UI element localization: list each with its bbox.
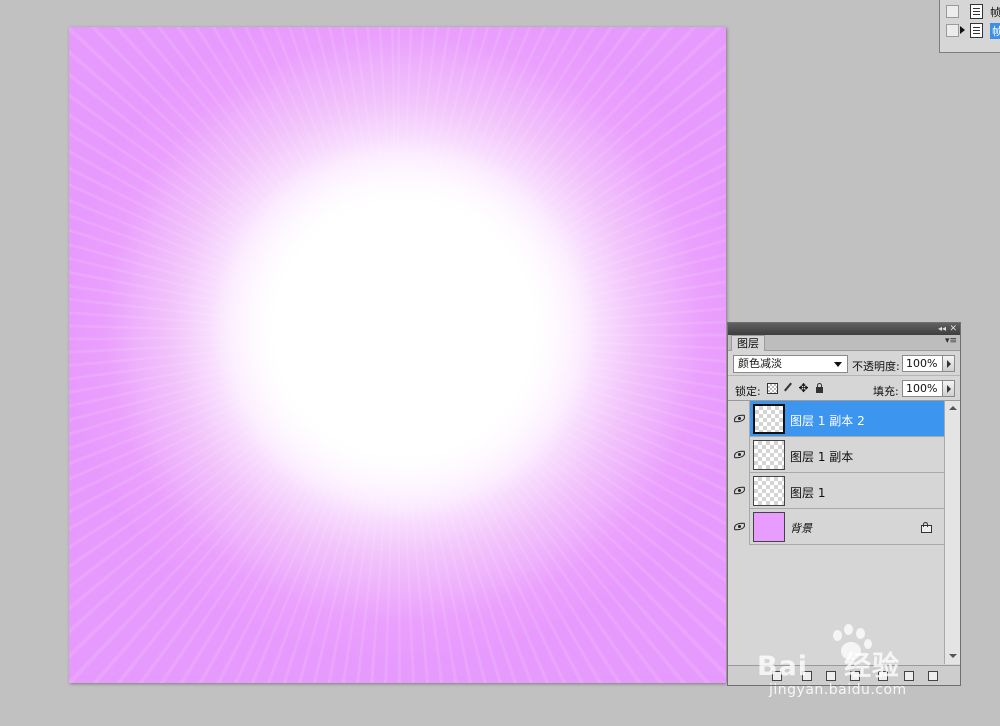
document-icon [970,23,983,38]
tab-layers[interactable]: 图层 [731,335,765,351]
history-row-label: 帧 [990,6,1000,19]
link-layers-icon[interactable] [772,671,782,681]
add-mask-icon[interactable] [826,671,836,681]
visibility-toggle[interactable] [728,509,750,545]
scroll-down-icon[interactable] [949,654,957,658]
opacity-label: 不透明度: [852,360,900,373]
layer-thumbnail [753,440,785,470]
blend-mode-select[interactable]: 颜色减淡 [733,355,848,373]
lock-all-icon[interactable] [814,383,825,394]
visibility-toggle[interactable] [728,401,750,437]
layer-row[interactable]: 图层 1 副本 [728,437,944,473]
history-row-label: 帧 [990,23,1000,39]
scroll-up-icon[interactable] [949,406,957,410]
history-checkbox[interactable] [946,24,959,37]
new-layer-icon[interactable] [904,671,914,681]
layer-name: 背景 [790,522,812,535]
layer-row[interactable]: 图层 1 [728,473,944,509]
layer-thumbnail [753,512,785,542]
layer-thumbnail [753,404,785,434]
eye-icon [733,450,746,459]
history-panel: 帧 帧 [939,0,1000,53]
fill-slider-button[interactable] [942,380,955,397]
opacity-input[interactable]: 100% [902,355,945,372]
blend-mode-value: 颜色减淡 [738,357,782,370]
blend-row: 颜色减淡 不透明度: 100% [728,351,960,375]
lock-image-pixels-icon[interactable] [782,383,793,394]
lock-row: 锁定: ✥ 填充: 100% [728,375,960,399]
trash-icon[interactable] [928,671,938,681]
layers-bottom-toolbar [728,665,960,685]
layer-name: 图层 1 副本 2 [790,414,865,428]
eye-icon [733,486,746,495]
lock-icon [921,522,932,533]
chevron-down-icon [834,362,842,367]
lock-position-icon[interactable]: ✥ [798,382,809,394]
panel-tab-row: 图层 ▾≡ [728,335,960,351]
collapse-icon[interactable]: ◂◂ [938,323,946,335]
fill-input[interactable]: 100% [902,380,945,397]
add-style-icon[interactable] [802,671,812,681]
panel-titlebar[interactable]: ◂◂ ✕ [728,323,960,335]
fill-label: 填充: [873,385,899,398]
lock-label: 锁定: [735,385,761,398]
history-checkbox[interactable] [946,5,959,18]
expand-arrow-icon[interactable] [960,26,965,34]
document-icon [970,4,983,19]
new-group-icon[interactable] [878,671,888,681]
layer-name: 图层 1 [790,486,826,500]
layer-thumbnail [753,476,785,506]
history-row-selected[interactable]: 帧 [940,20,1000,40]
eye-icon [733,522,746,531]
lock-transparent-pixels-icon[interactable] [767,383,778,394]
layers-scrollbar[interactable] [944,400,960,664]
layer-name: 图层 1 副本 [790,450,854,464]
opacity-slider-button[interactable] [942,355,955,372]
eye-icon [733,414,746,423]
adjustment-layer-icon[interactable] [850,671,860,681]
layer-row-background[interactable]: 背景 [728,509,944,545]
layers-list: 图层 1 副本 2 图层 1 副本 图层 1 背景 [728,400,944,664]
visibility-toggle[interactable] [728,437,750,473]
radial-glow [69,27,726,683]
document-canvas[interactable] [69,27,726,683]
layers-panel: ◂◂ ✕ 图层 ▾≡ 颜色减淡 不透明度: 100% 锁定: ✥ 填充: 100… [727,322,961,686]
panel-menu-icon[interactable]: ▾≡ [945,336,957,346]
history-row[interactable]: 帧 [940,1,1000,21]
visibility-toggle[interactable] [728,473,750,509]
layer-row[interactable]: 图层 1 副本 2 [728,401,944,437]
close-icon[interactable]: ✕ [949,323,957,335]
